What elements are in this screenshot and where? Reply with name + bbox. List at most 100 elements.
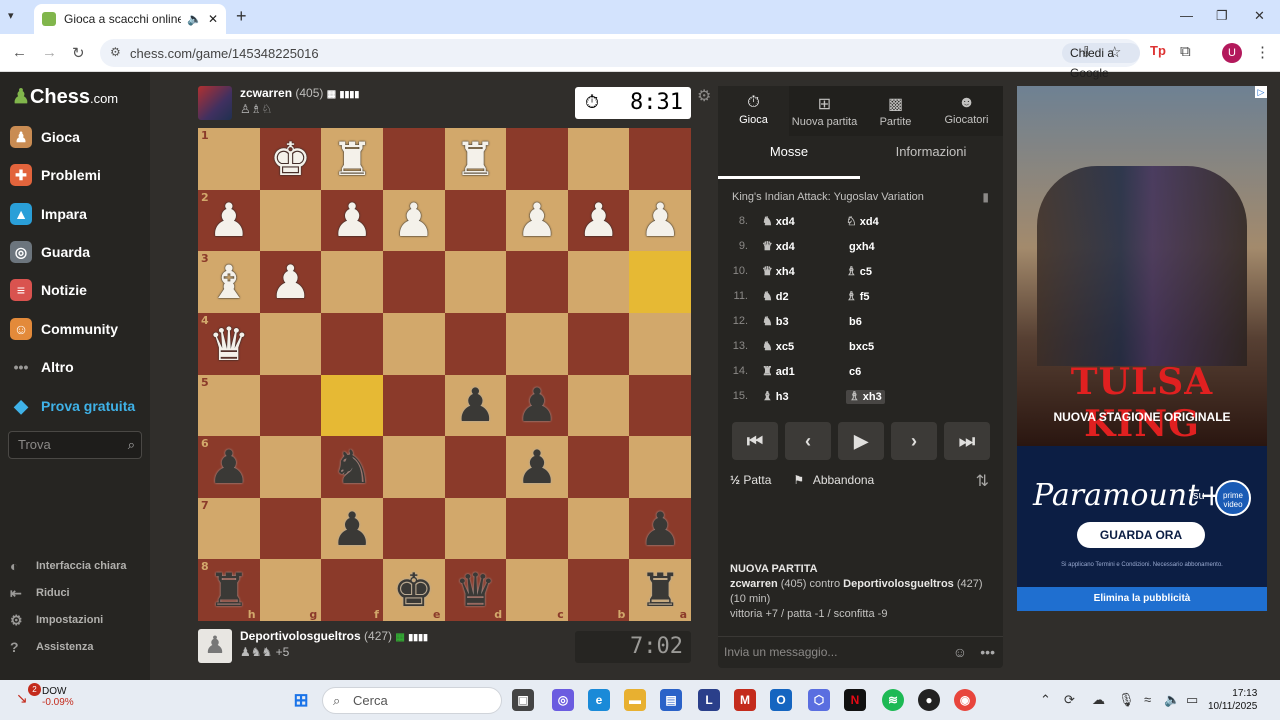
back-icon[interactable]: ← xyxy=(12,44,27,61)
chess-logo[interactable]: ♟Chess.com xyxy=(12,84,118,109)
black-move[interactable]: gxh4 xyxy=(846,239,930,253)
browser-menu-icon[interactable]: ⋮ xyxy=(1255,43,1270,61)
avatar[interactable] xyxy=(198,86,232,120)
black-king-icon[interactable]: ♚ xyxy=(393,567,434,613)
square-c1[interactable] xyxy=(506,128,568,190)
square-d8[interactable]: d ♛ xyxy=(444,559,507,621)
square-h6[interactable]: 6 ♟ xyxy=(198,436,260,498)
square-b8[interactable]: b xyxy=(567,559,630,621)
square-e1[interactable] xyxy=(382,128,445,190)
tab-gioca[interactable]: ⏱ Gioca xyxy=(718,86,789,136)
taskbar-clock[interactable]: 17:13 10/11/2025 xyxy=(1208,687,1257,713)
app-l-icon[interactable]: L xyxy=(698,689,720,711)
remove-ads-button[interactable]: Elimina la pubblicità xyxy=(1017,587,1267,611)
square-d3[interactable] xyxy=(444,251,507,313)
default-avatar-icon[interactable]: ♟ xyxy=(198,629,232,663)
last-move-button[interactable]: ⏭ xyxy=(944,422,990,460)
white-pawn-icon[interactable]: ♟ xyxy=(640,197,681,243)
black-pawn-icon[interactable]: ♟ xyxy=(516,444,557,490)
netflix-icon[interactable]: N xyxy=(844,689,866,711)
minimize-icon[interactable]: — xyxy=(1180,8,1193,23)
bottom-player-name[interactable]: Deportivolosgueltros (427) ▦ ▮▮▮▮ xyxy=(240,629,428,643)
square-f8[interactable]: f xyxy=(321,559,383,621)
tab-list-icon[interactable]: ▾ xyxy=(8,9,14,22)
subtab-mosse[interactable]: Mosse xyxy=(718,144,860,159)
black-move[interactable]: ♘ xd4 xyxy=(846,214,930,228)
search-icon[interactable]: ⌕ xyxy=(128,432,135,458)
chess-board[interactable]: 1 ♚ ♜ ♜ 2 ♟ ♟ ♟ ♟ ♟ ♟ 3 ♝ ♟ 4 ♛ 5 ♟ ♟ 6 ♟ ♞ ♟ 7 ♟ ♟ 8 h ♜ g f e ♚ d ♛ c b a ♜ xyxy=(198,128,691,621)
square-g5[interactable] xyxy=(259,374,322,437)
square-d1[interactable]: ♜ xyxy=(444,128,507,190)
sidebar-item-impara[interactable]: ▲ Impara xyxy=(10,200,87,228)
app-dark-icon[interactable]: ● xyxy=(918,689,940,711)
close-tab-icon[interactable]: ✕ xyxy=(208,12,218,26)
square-c4[interactable] xyxy=(506,312,568,375)
edge-icon[interactable]: e xyxy=(588,689,610,711)
square-e2[interactable]: ♟ xyxy=(382,189,445,252)
forward-icon[interactable]: → xyxy=(42,44,57,61)
outlook-icon[interactable]: O xyxy=(770,689,792,711)
square-c7[interactable] xyxy=(506,497,568,560)
black-move[interactable]: b6 xyxy=(846,314,930,328)
square-d6[interactable] xyxy=(444,436,507,498)
bookmark-star-icon[interactable]: ☆ xyxy=(1108,43,1121,61)
black-queen-icon[interactable]: ♛ xyxy=(455,567,496,613)
sidebar-item-gioca[interactable]: ♟ Gioca xyxy=(10,123,80,151)
opening-name[interactable]: King's Indian Attack: Yugoslav Variation xyxy=(732,191,924,203)
onedrive-icon[interactable]: ☁ xyxy=(1092,692,1105,708)
square-a7[interactable]: ♟ xyxy=(629,497,691,560)
square-h3[interactable]: 3 ♝ xyxy=(198,251,260,313)
square-f6[interactable]: ♞ xyxy=(321,436,383,498)
first-move-button[interactable]: ⏮ xyxy=(732,422,778,460)
square-a8[interactable]: a ♜ xyxy=(629,559,691,621)
square-c5[interactable]: ♟ xyxy=(506,374,568,437)
store-icon[interactable]: ▤ xyxy=(660,689,682,711)
square-e4[interactable] xyxy=(382,312,445,375)
collapse-button[interactable]: ⇤ Riduci xyxy=(10,582,70,604)
square-g8[interactable]: g xyxy=(259,559,322,621)
black-pawn-icon[interactable]: ♟ xyxy=(331,506,372,552)
square-g2[interactable] xyxy=(259,189,322,252)
emoji-icon[interactable]: ☺ xyxy=(953,637,967,667)
square-a1[interactable] xyxy=(629,128,691,190)
app-hex-icon[interactable]: ⬡ xyxy=(808,689,830,711)
mcafee-icon[interactable]: M xyxy=(734,689,756,711)
next-move-button[interactable]: › xyxy=(891,422,937,460)
white-rook-icon[interactable]: ♜ xyxy=(331,136,372,182)
chat-input[interactable]: Invia un messaggio... ☺ ••• xyxy=(718,636,1003,668)
black-pawn-icon[interactable]: ♟ xyxy=(640,506,681,552)
square-b2[interactable]: ♟ xyxy=(567,189,630,252)
white-pawn-icon[interactable]: ♟ xyxy=(331,197,372,243)
square-h5[interactable]: 5 xyxy=(198,374,260,437)
black-move[interactable]: c6 xyxy=(846,364,930,378)
white-move[interactable]: ♜ ad1 xyxy=(762,364,846,378)
white-move[interactable]: ♞ d2 xyxy=(762,289,846,303)
black-move[interactable]: bxc5 xyxy=(846,339,930,353)
square-f3[interactable] xyxy=(321,251,383,313)
black-pawn-icon[interactable]: ♟ xyxy=(455,382,496,428)
move-list-scrollbar[interactable] xyxy=(982,212,986,408)
play-button[interactable]: ▶ xyxy=(838,422,884,460)
sidebar-item-altro[interactable]: ••• Altro xyxy=(10,353,74,381)
light-mode-toggle[interactable]: ◐ Interfaccia chiara xyxy=(10,555,127,577)
settings-link[interactable]: ⚙ Impostazioni xyxy=(10,609,103,631)
square-b6[interactable] xyxy=(567,436,630,498)
square-b5[interactable] xyxy=(567,374,630,437)
microphone-icon[interactable]: 🎙 xyxy=(1118,692,1135,708)
reload-icon[interactable]: ↻ xyxy=(72,44,85,62)
speaker-icon[interactable]: 🔈 xyxy=(187,12,202,26)
square-h4[interactable]: 4 ♛ xyxy=(198,312,260,375)
square-a2[interactable]: ♟ xyxy=(629,189,691,252)
new-tab-icon[interactable]: + xyxy=(236,6,247,27)
square-f5[interactable] xyxy=(321,374,383,437)
square-e6[interactable] xyxy=(382,436,445,498)
white-pawn-icon[interactable]: ♟ xyxy=(516,197,557,243)
black-move[interactable]: ♗ c5 xyxy=(846,264,930,278)
black-pawn-icon[interactable]: ♟ xyxy=(516,382,557,428)
square-c6[interactable]: ♟ xyxy=(506,436,568,498)
draw-button[interactable]: ½ Patta xyxy=(730,473,777,487)
square-c8[interactable]: c xyxy=(506,559,568,621)
taskbar-search[interactable]: ⌕ Cerca xyxy=(322,687,502,714)
extension-tp-icon[interactable]: Tp xyxy=(1150,43,1166,58)
white-pawn-icon[interactable]: ♟ xyxy=(578,197,619,243)
